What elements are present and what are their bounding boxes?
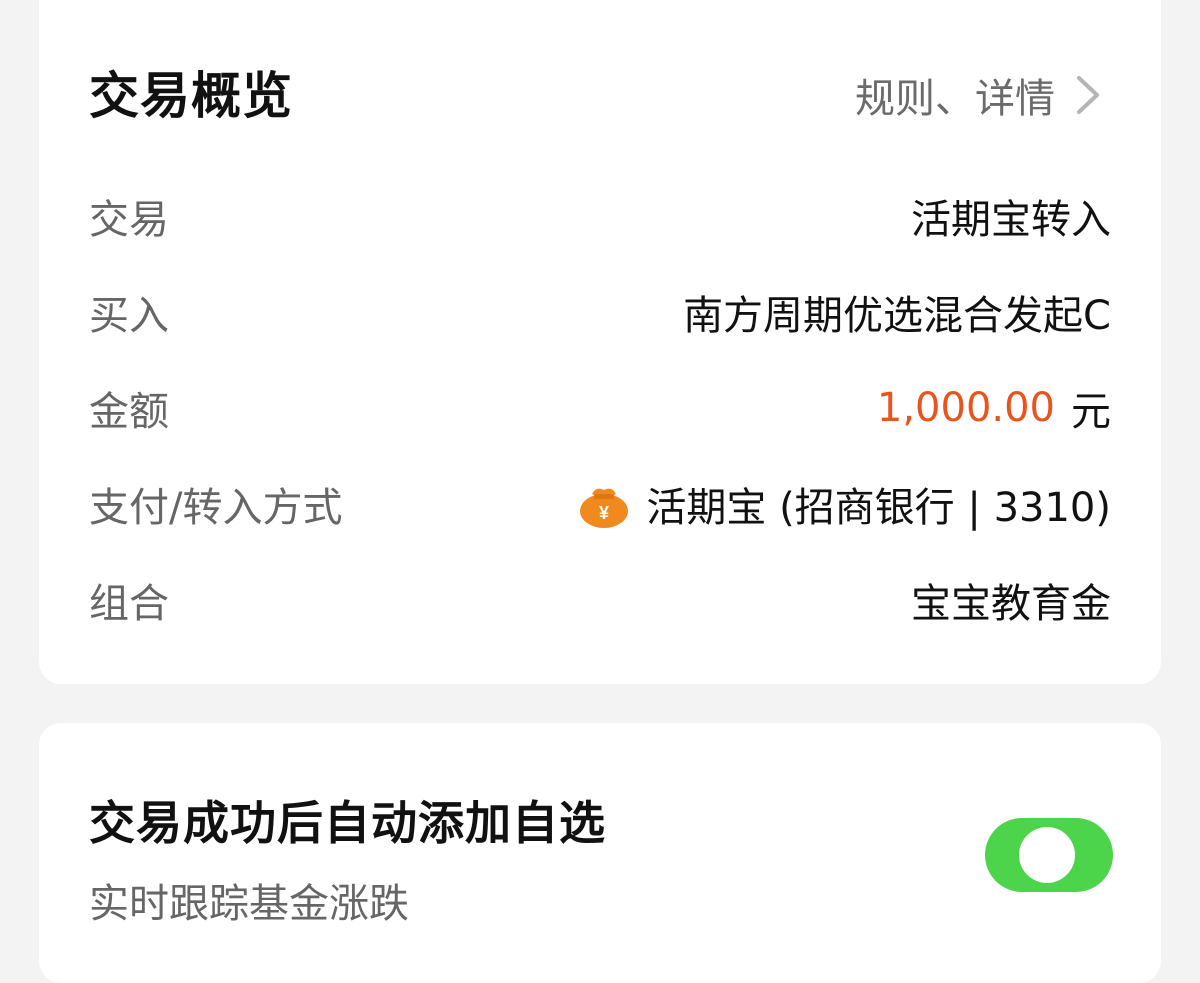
row-trade: 交易 活期宝转入 [89, 186, 1111, 246]
payment-value: ¥ 活期宝 (招商银行 | 3310) [578, 475, 1111, 533]
amount-number: 1,000.00 [876, 385, 1055, 431]
money-bag-icon: ¥ [580, 488, 629, 528]
row-payment-method: 支付/转入方式 ¥ 活期宝 (招商银行 | 3310) [89, 474, 1111, 534]
row-label: 组合 [89, 581, 169, 627]
amount-unit: 元 [1071, 389, 1111, 435]
rules-details-label: 规则、详情 [855, 76, 1055, 122]
toggle-knob [1019, 827, 1075, 883]
rules-details-link[interactable]: 规则、详情 [855, 66, 1103, 124]
row-label: 金额 [89, 389, 169, 435]
row-amount: 金额 1,000.00 元 [89, 378, 1111, 438]
auto-add-title: 交易成功后自动添加自选 [89, 796, 606, 850]
row-portfolio: 组合 宝宝教育金 [89, 570, 1111, 630]
row-value: 南方周期优选混合发起C [683, 293, 1111, 339]
auto-add-subtitle: 实时跟踪基金涨跌 [89, 881, 409, 927]
row-label: 交易 [89, 197, 169, 243]
row-label: 买入 [89, 293, 169, 339]
amount-value: 1,000.00 元 [877, 379, 1111, 437]
row-value: 宝宝教育金 [911, 581, 1111, 627]
payment-method-text: 活期宝 (招商银行 | 3310) [646, 485, 1111, 531]
row-value: 活期宝转入 [911, 197, 1111, 243]
svg-text:¥: ¥ [599, 503, 609, 523]
chevron-right-icon [1077, 76, 1099, 114]
row-buy: 买入 南方周期优选混合发起C [89, 282, 1111, 342]
overview-title: 交易概览 [89, 67, 293, 125]
trade-overview-card: 交易概览 规则、详情 交易 活期宝转入 买入 南方周期优选混合发起C 金额 1,… [39, 0, 1161, 684]
row-label: 支付/转入方式 [89, 485, 343, 531]
auto-add-toggle[interactable] [985, 818, 1113, 892]
auto-add-watchlist-card: 交易成功后自动添加自选 实时跟踪基金涨跌 [39, 723, 1161, 983]
